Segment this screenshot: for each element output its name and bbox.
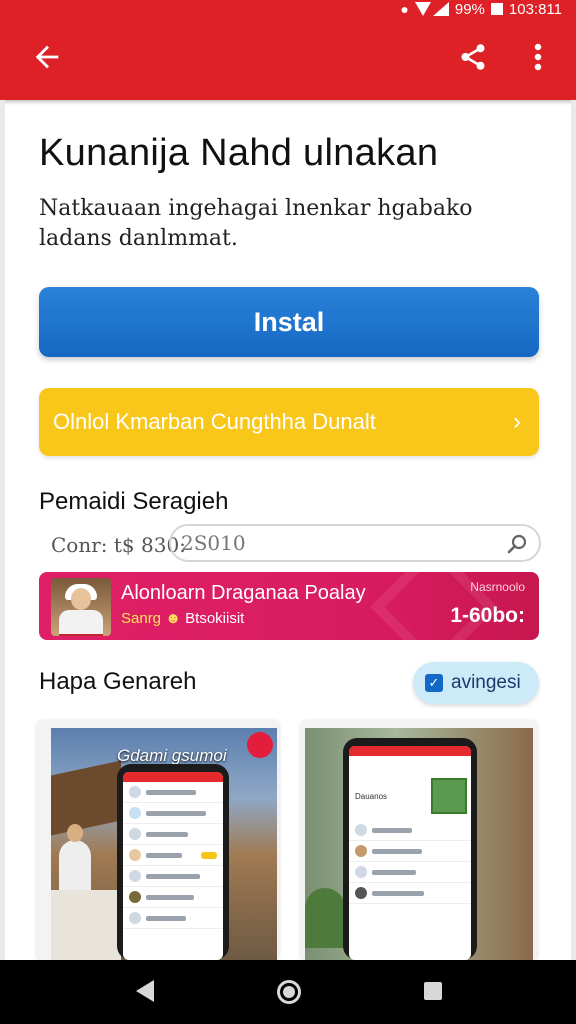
- system-nav-bar: [0, 960, 576, 1024]
- nav-back-icon[interactable]: [136, 980, 154, 1002]
- chevron-right-icon: ›: [513, 408, 521, 435]
- filter-chip[interactable]: ✓ avingesi: [413, 662, 539, 704]
- search-input[interactable]: 2S010: [169, 524, 541, 562]
- page-description: Natkauaan ingehagai lnenkar hgabako lada…: [39, 196, 473, 251]
- badge-icon: [247, 732, 273, 758]
- back-arrow-icon[interactable]: [30, 40, 64, 74]
- battery-icon: [490, 3, 503, 15]
- banner-tag: Nasrnoolo: [470, 580, 525, 594]
- clock: 103:811: [508, 0, 562, 18]
- banner-subtitle: Sanrg ☻ Btsokiisit: [121, 610, 244, 627]
- banner-price: 1-60bo:: [450, 604, 525, 627]
- avatar: [51, 578, 111, 636]
- screenshot-1: Gdami gsumoi: [51, 728, 277, 960]
- plant: [305, 888, 345, 948]
- banner-title: Alonloarn Draganaa Poalay: [121, 582, 366, 604]
- main-content: Kunanija Nahd ulnakan Natkauaan ingehaga…: [0, 100, 576, 960]
- promo-button[interactable]: Olnlol Kmarban Cungthha Dunalt ›: [39, 388, 539, 456]
- phone-mockup-1: [117, 764, 229, 960]
- search-value: 2S010: [181, 531, 246, 555]
- gallery-section-title: Hapa Genareh: [39, 668, 197, 695]
- nav-home-icon[interactable]: [277, 980, 301, 1004]
- smiley-icon: ☻: [165, 610, 181, 627]
- house-roof: [51, 760, 121, 836]
- status-bar: ● 99% 103:811: [400, 0, 562, 18]
- banner-sub-rest: Btsokiisit: [185, 610, 245, 627]
- signal-icon: [414, 2, 449, 16]
- shot2-header: Dauanos: [355, 792, 388, 801]
- page-title: Kunanija Nahd ulnakan: [39, 132, 439, 174]
- promo-banner[interactable]: Alonloarn Draganaa Poalay Sanrg ☻ Btsoki…: [39, 572, 539, 640]
- chip-label: avingesi: [451, 672, 521, 693]
- install-button[interactable]: Instal: [39, 287, 539, 357]
- more-vertical-icon[interactable]: [528, 42, 548, 72]
- checkbox-icon: ✓: [425, 674, 443, 692]
- nav-recents-icon[interactable]: [424, 982, 442, 1000]
- app-bar: ● 99% 103:811: [0, 0, 576, 100]
- share-icon[interactable]: [458, 42, 488, 72]
- cart: [51, 890, 121, 960]
- notification-icon: ●: [400, 1, 409, 17]
- thumbnail: [431, 778, 467, 814]
- price-row: Conr: t$ 830: 2S010: [39, 524, 541, 564]
- screenshot-2: Dauanos: [305, 728, 533, 960]
- phone-mockup-2: Dauanos: [343, 738, 477, 960]
- shot1-caption: Gdami gsumoi: [117, 746, 227, 765]
- promo-label: Olnlol Kmarban Cungthha Dunalt: [53, 409, 376, 434]
- person-head: [67, 824, 83, 842]
- price-label: Conr: t$ 830:: [51, 533, 186, 557]
- banner-sub-highlight: Sanrg: [121, 610, 162, 627]
- battery-percent: 99%: [454, 0, 485, 18]
- pricing-section-title: Pemaidi Seragieh: [39, 488, 229, 515]
- search-icon[interactable]: [505, 532, 529, 556]
